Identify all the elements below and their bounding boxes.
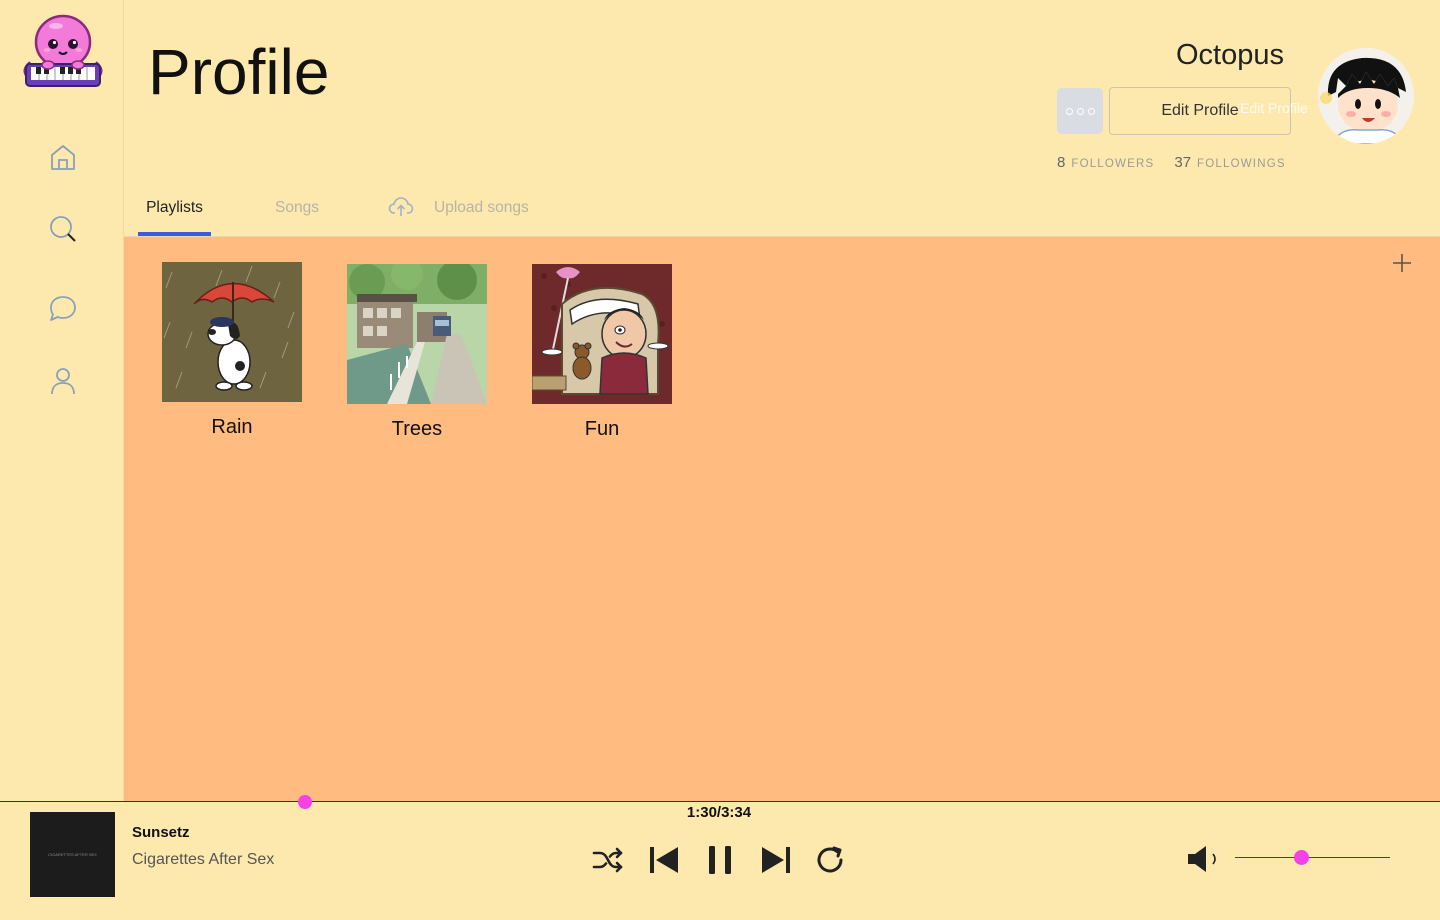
shuffle-icon[interactable] [590, 842, 626, 878]
tab-playlists-label: Playlists [146, 199, 203, 216]
volume-icon[interactable] [1186, 844, 1222, 874]
playlist-card[interactable]: Fun [532, 264, 672, 441]
volume-slider-track[interactable] [1235, 857, 1390, 858]
page-title: Profile [148, 36, 330, 108]
more-dot-icon [1065, 107, 1073, 115]
tab-songs[interactable]: Songs [274, 190, 320, 236]
next-icon[interactable] [758, 842, 794, 878]
tab-songs-label: Songs [275, 199, 319, 216]
cloud-upload-icon [388, 197, 414, 216]
followings-label[interactable]: FOLLOWINGS [1197, 158, 1286, 170]
followers-count[interactable]: 8 [1057, 154, 1065, 171]
playlist-cover-rain[interactable] [162, 262, 302, 402]
tab-upload-label: Upload songs [434, 199, 529, 216]
song-title[interactable]: Sunsetz [132, 824, 190, 841]
playlist-card[interactable]: Trees [347, 264, 487, 441]
repeat-icon[interactable] [813, 842, 849, 878]
tab-upload-songs[interactable]: Upload songs [388, 190, 558, 236]
playlist-cover-trees[interactable] [347, 264, 487, 404]
volume-slider-handle[interactable] [1294, 850, 1309, 865]
sidebar [0, 0, 124, 801]
more-dot-icon [1087, 107, 1095, 115]
profile-stats: 8 FOLLOWERS 37 FOLLOWINGS [1057, 154, 1286, 171]
playlist-name[interactable]: Rain [162, 416, 302, 439]
more-dot-icon [1076, 107, 1084, 115]
chat-bubble-icon[interactable] [46, 291, 80, 325]
song-artist[interactable]: Cigarettes After Sex [132, 851, 274, 869]
octopus-logo[interactable] [18, 12, 108, 94]
more-options-button[interactable] [1057, 88, 1103, 134]
search-icon[interactable] [46, 212, 80, 246]
album-art[interactable]: CIGARETTES AFTER SEX [30, 812, 115, 897]
player-bar: 1:30/3:34 CIGARETTES AFTER SEX Sunsetz C… [0, 795, 1440, 920]
user-icon[interactable] [46, 364, 80, 398]
album-caption: CIGARETTES AFTER SEX [48, 852, 97, 857]
playlist-card[interactable]: Rain [162, 262, 302, 439]
avatar[interactable] [1318, 48, 1414, 144]
add-playlist-icon[interactable] [1392, 253, 1412, 273]
playlist-name[interactable]: Fun [532, 418, 672, 441]
playlist-cover-fun[interactable] [532, 264, 672, 404]
username: Octopus [1176, 39, 1284, 71]
edit-profile-overlay-text: Edit Profile [1240, 100, 1308, 116]
playback-time: 1:30/3:34 [686, 804, 752, 821]
pause-icon[interactable] [702, 842, 738, 878]
playlists-panel: Rain Trees Fun [124, 236, 1440, 801]
playlist-name[interactable]: Trees [347, 418, 487, 441]
home-icon[interactable] [46, 140, 80, 174]
tab-playlists[interactable]: Playlists [138, 190, 211, 236]
previous-icon[interactable] [646, 842, 682, 878]
followers-label[interactable]: FOLLOWERS [1071, 158, 1154, 170]
profile-tabs: Playlists Songs Upload songs [124, 190, 1440, 236]
followings-count[interactable]: 37 [1174, 154, 1191, 171]
